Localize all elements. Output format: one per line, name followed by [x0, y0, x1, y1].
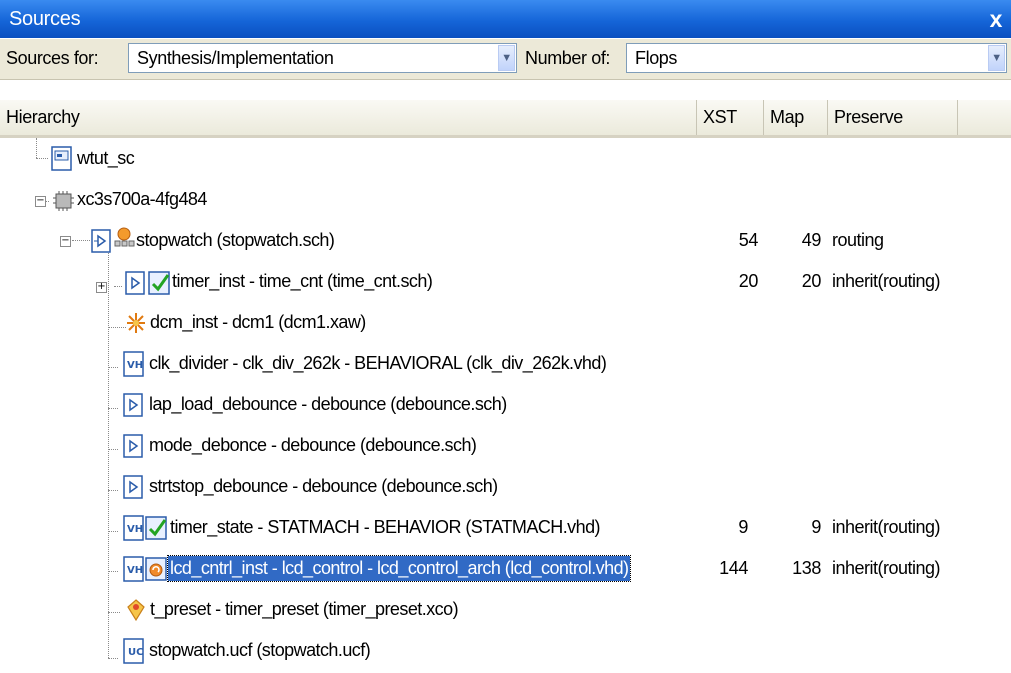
expand-icon[interactable]: +	[96, 282, 107, 293]
number-of-value: Flops	[635, 48, 678, 68]
map-value: 9	[811, 517, 821, 537]
schematic-icon	[91, 229, 111, 253]
tree-row[interactable]: t_preset - timer_preset (timer_preset.xc…	[0, 589, 1011, 629]
map-value: 20	[801, 271, 822, 291]
schematic-icon	[123, 434, 143, 458]
tree-row-label: timer_state - STATMACH - BEHAVIOR (STATM…	[170, 517, 601, 537]
sources-options-bar: Sources for: Synthesis/Implementation ▼ …	[0, 39, 1011, 80]
tree-row-label: stopwatch (stopwatch.sch)	[136, 230, 335, 250]
vhdl-file-icon: VH	[123, 556, 144, 582]
vhdl-file-icon: VH	[123, 351, 144, 377]
tree-row-label: lap_load_debounce - debounce (debounce.s…	[149, 394, 507, 414]
svg-text:VH: VH	[127, 360, 143, 371]
chevron-down-icon[interactable]: ▼	[988, 45, 1005, 71]
xst-value: 9	[738, 517, 748, 537]
preserve-value: inherit(routing)	[832, 558, 941, 578]
xst-value: 20	[738, 271, 759, 291]
schematic-icon	[125, 271, 145, 295]
ucf-file-icon: UC	[123, 638, 144, 664]
column-header: Hierarchy XST Map Preserve	[0, 100, 1011, 138]
svg-text:VH: VH	[127, 524, 143, 535]
tree-row-label: mode_debonce - debounce (debounce.sch)	[149, 435, 477, 455]
xst-value: 144	[719, 558, 748, 578]
tree-row-label: wtut_sc	[77, 148, 135, 168]
preserve-value: inherit(routing)	[832, 517, 941, 537]
preserve-value: routing	[832, 230, 884, 250]
hierarchy-tree: wtut_sc − xc3s700a-4fg484 − stopwatch (s…	[0, 138, 1011, 673]
preserve-value: inherit(routing)	[832, 271, 941, 291]
tree-row[interactable]: − stopwatch (stopwatch.sch) 54 49 routin…	[0, 220, 1011, 260]
sources-for-label: Sources for:	[6, 48, 99, 68]
close-icon[interactable]: x	[983, 6, 1009, 32]
number-of-label: Number of:	[525, 48, 611, 68]
tree-row-label: lcd_cntrl_inst - lcd_control - lcd_contr…	[166, 555, 632, 582]
column-map[interactable]: Map	[764, 100, 828, 135]
column-hierarchy[interactable]: Hierarchy	[0, 100, 697, 135]
sources-panel: Sources x Sources for: Synthesis/Impleme…	[0, 0, 1011, 673]
sources-for-select[interactable]: Synthesis/Implementation ▼	[128, 43, 517, 73]
map-value: 138	[792, 558, 821, 578]
xst-value: 54	[738, 230, 759, 250]
tree-row-label: strtstop_debounce - debounce (debounce.s…	[149, 476, 498, 496]
project-file-icon	[51, 146, 72, 171]
svg-text:VH: VH	[127, 565, 143, 576]
tree-row[interactable]: VH timer_state - STATMACH - BEHAVIOR (ST…	[0, 507, 1011, 547]
chip-icon	[53, 191, 74, 211]
refresh-icon	[145, 557, 167, 581]
column-xst[interactable]: XST	[697, 100, 764, 135]
map-value: 49	[801, 230, 822, 250]
sources-for-value: Synthesis/Implementation	[137, 48, 334, 68]
checked-icon	[145, 516, 167, 540]
panel-title: Sources	[9, 7, 81, 30]
collapse-icon[interactable]: −	[60, 236, 71, 247]
title-bar: Sources x	[0, 0, 1011, 38]
tree-row[interactable]: VH clk_divider - clk_div_262k - BEHAVIOR…	[0, 343, 1011, 383]
svg-text:UC: UC	[128, 647, 143, 658]
tree-row[interactable]: UC stopwatch.ucf (stopwatch.ucf)	[0, 630, 1011, 670]
tree-row-label: dcm_inst - dcm1 (dcm1.xaw)	[150, 312, 366, 332]
tree-row-selected[interactable]: VH lcd_cntrl_inst - lcd_control - lcd_co…	[0, 548, 1011, 588]
vhdl-file-icon: VH	[123, 515, 144, 541]
schematic-icon	[123, 393, 143, 417]
tree-row-label: stopwatch.ucf (stopwatch.ucf)	[149, 640, 371, 660]
tree-row[interactable]: + timer_inst - time_cnt (time_cnt.sch) 2…	[0, 261, 1011, 301]
tree-row[interactable]: − xc3s700a-4fg484	[0, 179, 1011, 219]
tree-row-label: t_preset - timer_preset (timer_preset.xc…	[150, 599, 459, 619]
collapse-icon[interactable]: −	[35, 196, 46, 207]
top-module-icon	[114, 227, 135, 247]
checked-icon	[148, 271, 170, 295]
tree-row-label: xc3s700a-4fg484	[77, 189, 207, 209]
dcm-wizard-icon	[127, 313, 145, 333]
tree-row[interactable]: wtut_sc	[0, 138, 1011, 178]
coregen-icon	[127, 599, 145, 622]
chevron-down-icon[interactable]: ▼	[498, 45, 515, 71]
tree-row[interactable]: dcm_inst - dcm1 (dcm1.xaw)	[0, 302, 1011, 342]
column-preserve[interactable]: Preserve	[828, 100, 958, 135]
number-of-select[interactable]: Flops ▼	[626, 43, 1007, 73]
schematic-icon	[123, 475, 143, 499]
tree-row[interactable]: lap_load_debounce - debounce (debounce.s…	[0, 384, 1011, 424]
tree-row-label: timer_inst - time_cnt (time_cnt.sch)	[172, 271, 433, 291]
tree-row[interactable]: strtstop_debounce - debounce (debounce.s…	[0, 466, 1011, 506]
tree-row-label: clk_divider - clk_div_262k - BEHAVIORAL …	[149, 353, 607, 373]
tree-row[interactable]: mode_debonce - debounce (debounce.sch)	[0, 425, 1011, 465]
